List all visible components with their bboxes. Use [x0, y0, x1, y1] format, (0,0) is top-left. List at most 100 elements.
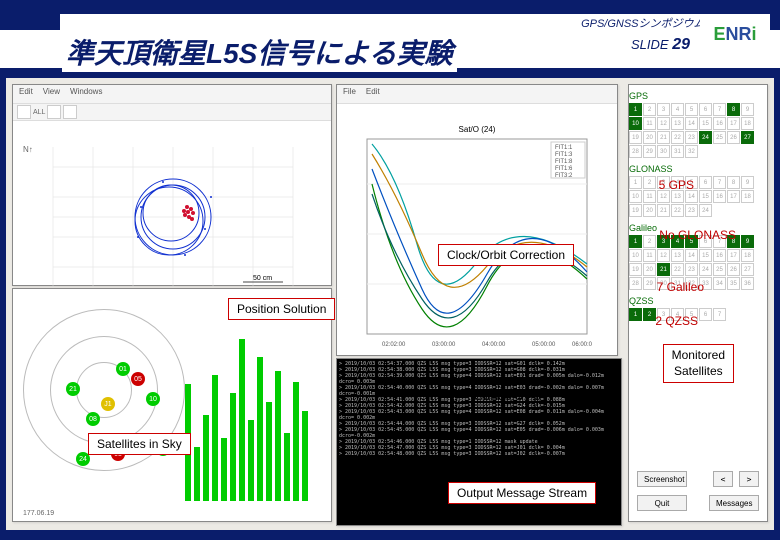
- prn-cell[interactable]: 17: [727, 249, 740, 262]
- prn-cell[interactable]: 27: [741, 131, 754, 144]
- prn-cell[interactable]: 24: [699, 204, 712, 217]
- prn-cell[interactable]: 8: [727, 103, 740, 116]
- prn-cell[interactable]: 7: [713, 176, 726, 189]
- prn-cell[interactable]: 11: [643, 249, 656, 262]
- prn-cell[interactable]: 19: [629, 204, 642, 217]
- clock-orbit-panel[interactable]: FileEdit Sat/O (24) 02:02:0003:00:0004:0…: [336, 84, 618, 356]
- prn-cell[interactable]: 23: [685, 131, 698, 144]
- prn-cell[interactable]: 1: [629, 308, 642, 321]
- prn-cell[interactable]: 32: [685, 145, 698, 158]
- prn-cell[interactable]: 2: [643, 176, 656, 189]
- prn-cell[interactable]: 3: [657, 103, 670, 116]
- prn-cell[interactable]: 1: [629, 235, 642, 248]
- prn-cell[interactable]: 15: [699, 117, 712, 130]
- satellite-dot[interactable]: 08: [86, 412, 100, 426]
- prn-cell[interactable]: 19: [629, 263, 642, 276]
- prn-cell[interactable]: 7: [713, 103, 726, 116]
- prn-cell[interactable]: 22: [671, 204, 684, 217]
- prn-cell[interactable]: 8: [727, 176, 740, 189]
- position-solution-panel[interactable]: Edit View Windows ALL N↑: [12, 84, 332, 286]
- prn-cell[interactable]: 10: [629, 190, 642, 203]
- prn-cell[interactable]: 14: [685, 117, 698, 130]
- prn-cell[interactable]: 2: [643, 103, 656, 116]
- prn-cell[interactable]: 20: [643, 131, 656, 144]
- prn-cell[interactable]: 2: [643, 235, 656, 248]
- prn-cell[interactable]: 4: [671, 103, 684, 116]
- prn-cell[interactable]: 6: [699, 176, 712, 189]
- prn-cell[interactable]: 34: [713, 277, 726, 290]
- pos-toolbar[interactable]: ALL: [13, 104, 331, 121]
- zoom-icon[interactable]: [47, 105, 61, 119]
- prn-cell[interactable]: 27: [741, 263, 754, 276]
- prn-cell[interactable]: 6: [699, 103, 712, 116]
- prn-cell[interactable]: 29: [643, 145, 656, 158]
- messages-button[interactable]: Messages: [709, 495, 759, 511]
- prn-cell[interactable]: 15: [699, 249, 712, 262]
- prn-cell[interactable]: 1: [629, 176, 642, 189]
- prn-cell[interactable]: 5: [685, 103, 698, 116]
- prn-cell[interactable]: 17: [727, 190, 740, 203]
- prn-cell[interactable]: 18: [741, 249, 754, 262]
- prn-cell[interactable]: 25: [713, 131, 726, 144]
- pos-menubar[interactable]: Edit View Windows: [13, 85, 331, 104]
- prn-cell[interactable]: 36: [741, 277, 754, 290]
- prn-cell[interactable]: 6: [699, 308, 712, 321]
- prn-cell[interactable]: 29: [643, 277, 656, 290]
- prn-cell[interactable]: 18: [741, 190, 754, 203]
- prn-cell[interactable]: 11: [643, 117, 656, 130]
- prn-cell[interactable]: 2: [643, 308, 656, 321]
- quit-button[interactable]: Quit: [637, 495, 687, 511]
- prn-cell[interactable]: 17: [727, 117, 740, 130]
- prn-cell[interactable]: 20: [643, 204, 656, 217]
- prn-cell[interactable]: 19: [629, 131, 642, 144]
- grid-icon[interactable]: [17, 105, 31, 119]
- prn-cell[interactable]: 16: [713, 190, 726, 203]
- prn-cell[interactable]: 26: [727, 131, 740, 144]
- prn-cell[interactable]: 28: [629, 277, 642, 290]
- prev-button[interactable]: <: [713, 471, 733, 487]
- prn-cell[interactable]: 23: [685, 263, 698, 276]
- prn-cell[interactable]: 21: [657, 131, 670, 144]
- prn-cell[interactable]: 22: [671, 131, 684, 144]
- satellite-dot[interactable]: 01: [116, 362, 130, 376]
- prn-cell[interactable]: 9: [741, 103, 754, 116]
- prn-cell[interactable]: 15: [699, 190, 712, 203]
- prn-cell[interactable]: 9: [741, 235, 754, 248]
- sky-plot-panel[interactable]: 01081024270305J121 177.06.19: [12, 288, 332, 522]
- prn-cell[interactable]: 1: [629, 103, 642, 116]
- screenshot-button[interactable]: Screenshot: [637, 471, 687, 487]
- prn-cell[interactable]: 9: [741, 176, 754, 189]
- prn-cell[interactable]: 13: [671, 117, 684, 130]
- prn-cell[interactable]: 10: [629, 249, 642, 262]
- satellite-dot[interactable]: 21: [66, 382, 80, 396]
- prn-cell[interactable]: 7: [713, 308, 726, 321]
- prn-cell[interactable]: 23: [685, 204, 698, 217]
- prn-cell[interactable]: 13: [671, 249, 684, 262]
- prn-cell[interactable]: 22: [671, 263, 684, 276]
- prn-cell[interactable]: 11: [643, 190, 656, 203]
- prn-cell[interactable]: 24: [699, 131, 712, 144]
- monitored-satellites-panel[interactable]: GPS1234567891011121314151617181920212223…: [628, 84, 768, 522]
- prn-cell[interactable]: 14: [685, 249, 698, 262]
- prn-cell[interactable]: 16: [713, 249, 726, 262]
- satellite-dot[interactable]: 10: [146, 392, 160, 406]
- prn-cell[interactable]: 20: [643, 263, 656, 276]
- prn-cell[interactable]: 31: [671, 145, 684, 158]
- prn-cell[interactable]: 26: [727, 263, 740, 276]
- satellite-dot[interactable]: 05: [131, 372, 145, 386]
- prn-cell[interactable]: 12: [657, 117, 670, 130]
- prn-cell[interactable]: 25: [713, 263, 726, 276]
- prn-cell[interactable]: 12: [657, 249, 670, 262]
- prn-cell[interactable]: 30: [657, 145, 670, 158]
- prn-cell[interactable]: 28: [629, 145, 642, 158]
- prn-cell[interactable]: 10: [629, 117, 642, 130]
- prn-cell[interactable]: 21: [657, 263, 670, 276]
- prn-cell[interactable]: 35: [727, 277, 740, 290]
- satellite-dot[interactable]: J1: [101, 397, 115, 411]
- save-icon[interactable]: [63, 105, 77, 119]
- prn-cell[interactable]: 16: [713, 117, 726, 130]
- clk-menubar[interactable]: FileEdit: [337, 85, 617, 104]
- prn-cell[interactable]: 18: [741, 117, 754, 130]
- prn-cell[interactable]: 24: [699, 263, 712, 276]
- next-button[interactable]: >: [739, 471, 759, 487]
